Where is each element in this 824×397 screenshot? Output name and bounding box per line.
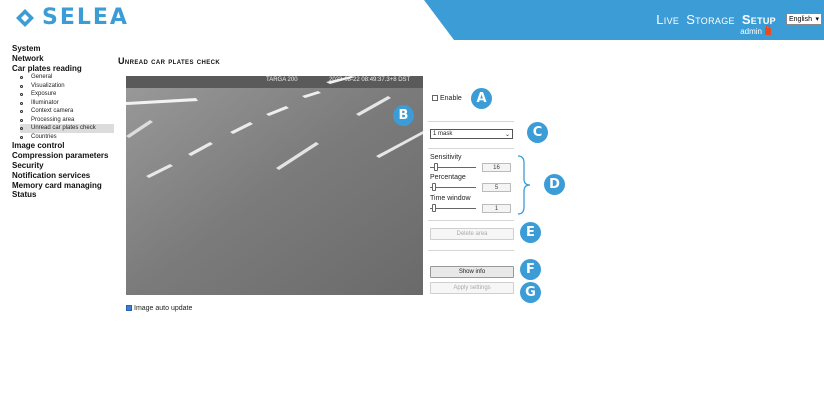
- slider-track: [430, 187, 476, 188]
- sidebar-subitem-label: Visualization: [31, 82, 65, 89]
- slider-thumb[interactable]: [434, 163, 438, 171]
- time-window-value[interactable]: 1: [482, 204, 511, 213]
- lock-icon[interactable]: [765, 25, 771, 35]
- sidebar-subitem-label: General: [31, 74, 53, 81]
- sidebar-subitem-label: Countries: [31, 133, 57, 140]
- username: admin: [740, 27, 762, 36]
- sidebar-subitem-illuminator[interactable]: Illuminator: [20, 99, 116, 108]
- bullet-icon: [20, 127, 23, 131]
- slider-thumb[interactable]: [432, 204, 436, 212]
- enable-label: Enable: [440, 95, 462, 102]
- sidebar-subitem-label: Processing area: [31, 116, 75, 123]
- divider: [428, 250, 514, 251]
- time-window-slider[interactable]: [430, 204, 476, 212]
- bullet-icon: [20, 76, 23, 80]
- sidebar-item-car-plates-reading[interactable]: Car plates reading: [12, 64, 116, 74]
- sidebar-subitem-unread-car-plates-check[interactable]: Unread car plates check: [20, 124, 114, 133]
- sidebar-subitem-processing-area[interactable]: Processing area: [20, 116, 116, 125]
- callout-badge-d: D: [544, 174, 565, 195]
- sensitivity-value[interactable]: 16: [482, 163, 511, 172]
- bullet-icon: [20, 93, 23, 97]
- sidebar-subitem-general[interactable]: General: [20, 73, 116, 82]
- sidebar-item-image-control[interactable]: Image control: [12, 141, 116, 151]
- sidebar-item-memory-card-managing[interactable]: Memory card managing: [12, 181, 116, 191]
- enable-checkbox[interactable]: [432, 95, 438, 101]
- brand-logo: SELEA: [14, 7, 129, 29]
- sidebar: System Network Car plates reading Genera…: [12, 44, 116, 200]
- sidebar-subitem-label: Illuminator: [31, 99, 59, 106]
- callout-badge-b: B: [393, 105, 414, 126]
- image-auto-update-checkbox[interactable]: [126, 305, 132, 311]
- image-auto-update-row[interactable]: Image auto update: [126, 305, 192, 312]
- sidebar-item-network[interactable]: Network: [12, 54, 116, 64]
- callout-badge-e: E: [520, 222, 541, 243]
- sidebar-subitem-countries[interactable]: Countries: [20, 133, 116, 142]
- top-nav: Live Storage Setup English ▾: [656, 11, 824, 27]
- user-indicator: admin: [740, 25, 771, 36]
- bullet-icon: [20, 135, 23, 139]
- percentage-label: Percentage: [430, 174, 466, 181]
- sidebar-item-security[interactable]: Security: [12, 161, 116, 171]
- bullet-icon: [20, 84, 23, 88]
- apply-settings-button[interactable]: Apply settings: [430, 282, 514, 294]
- percentage-value[interactable]: 5: [482, 183, 511, 192]
- divider: [428, 148, 514, 149]
- sidebar-subitem-label: Unread car plates check: [31, 125, 96, 132]
- selea-logo-icon: [16, 9, 34, 27]
- road-image: [126, 76, 423, 295]
- mask-select[interactable]: 1 mask ⌄: [430, 129, 513, 139]
- brace-icon: [517, 155, 531, 215]
- bullet-icon: [20, 110, 23, 114]
- nav-live[interactable]: Live: [656, 12, 679, 27]
- sidebar-subitem-exposure[interactable]: Exposure: [20, 90, 116, 99]
- language-select[interactable]: English ▾: [786, 13, 822, 25]
- callout-badge-c: C: [527, 122, 548, 143]
- sidebar-subitem-label: Context camera: [31, 108, 74, 115]
- callout-badge-a: A: [471, 88, 492, 109]
- chevron-down-icon: ▾: [815, 16, 819, 23]
- page-title: Unread car plates check: [118, 56, 221, 66]
- camera-view[interactable]: TARGA 200 2023-08-22 08:49:37.3+8 DST: [126, 76, 423, 295]
- sidebar-item-notification-services[interactable]: Notification services: [12, 171, 116, 181]
- camera-overlay-timestamp: 2023-08-22 08:49:37.3+8 DST: [329, 77, 411, 83]
- divider: [428, 121, 514, 122]
- callout-badge-g: G: [520, 282, 541, 303]
- nav-setup[interactable]: Setup: [742, 12, 776, 27]
- image-auto-update-label: Image auto update: [134, 305, 193, 312]
- slider-track: [430, 208, 476, 209]
- bullet-icon: [20, 118, 23, 122]
- chevron-down-icon: ⌄: [504, 131, 510, 138]
- show-info-button[interactable]: Show info: [430, 266, 514, 278]
- sidebar-item-status[interactable]: Status: [12, 190, 116, 200]
- camera-overlay-label: TARGA 200: [266, 77, 298, 83]
- nav-storage[interactable]: Storage: [686, 12, 735, 27]
- slider-thumb[interactable]: [432, 183, 436, 191]
- mask-select-value: 1 mask: [433, 131, 453, 137]
- time-window-label: Time window: [430, 195, 471, 202]
- bullet-icon: [20, 101, 23, 105]
- enable-checkbox-row[interactable]: Enable: [432, 95, 462, 102]
- divider: [428, 220, 514, 221]
- percentage-slider[interactable]: [430, 183, 476, 191]
- brand-name: SELEA: [42, 5, 129, 30]
- top-header: SELEA Live Storage Setup English ▾ admin: [0, 0, 824, 40]
- sensitivity-label: Sensitivity: [430, 154, 462, 161]
- car-plates-submenu: General Visualization Exposure Illuminat…: [20, 73, 116, 141]
- sidebar-subitem-context-camera[interactable]: Context camera: [20, 107, 116, 116]
- sensitivity-slider[interactable]: [430, 163, 476, 171]
- sidebar-item-compression-parameters[interactable]: Compression parameters: [12, 151, 116, 161]
- callout-badge-f: F: [520, 259, 541, 280]
- language-value: English: [789, 15, 812, 23]
- sidebar-item-system[interactable]: System: [12, 44, 116, 54]
- sidebar-subitem-label: Exposure: [31, 91, 57, 98]
- sidebar-subitem-visualization[interactable]: Visualization: [20, 82, 116, 91]
- delete-area-button[interactable]: Delete area: [430, 228, 514, 240]
